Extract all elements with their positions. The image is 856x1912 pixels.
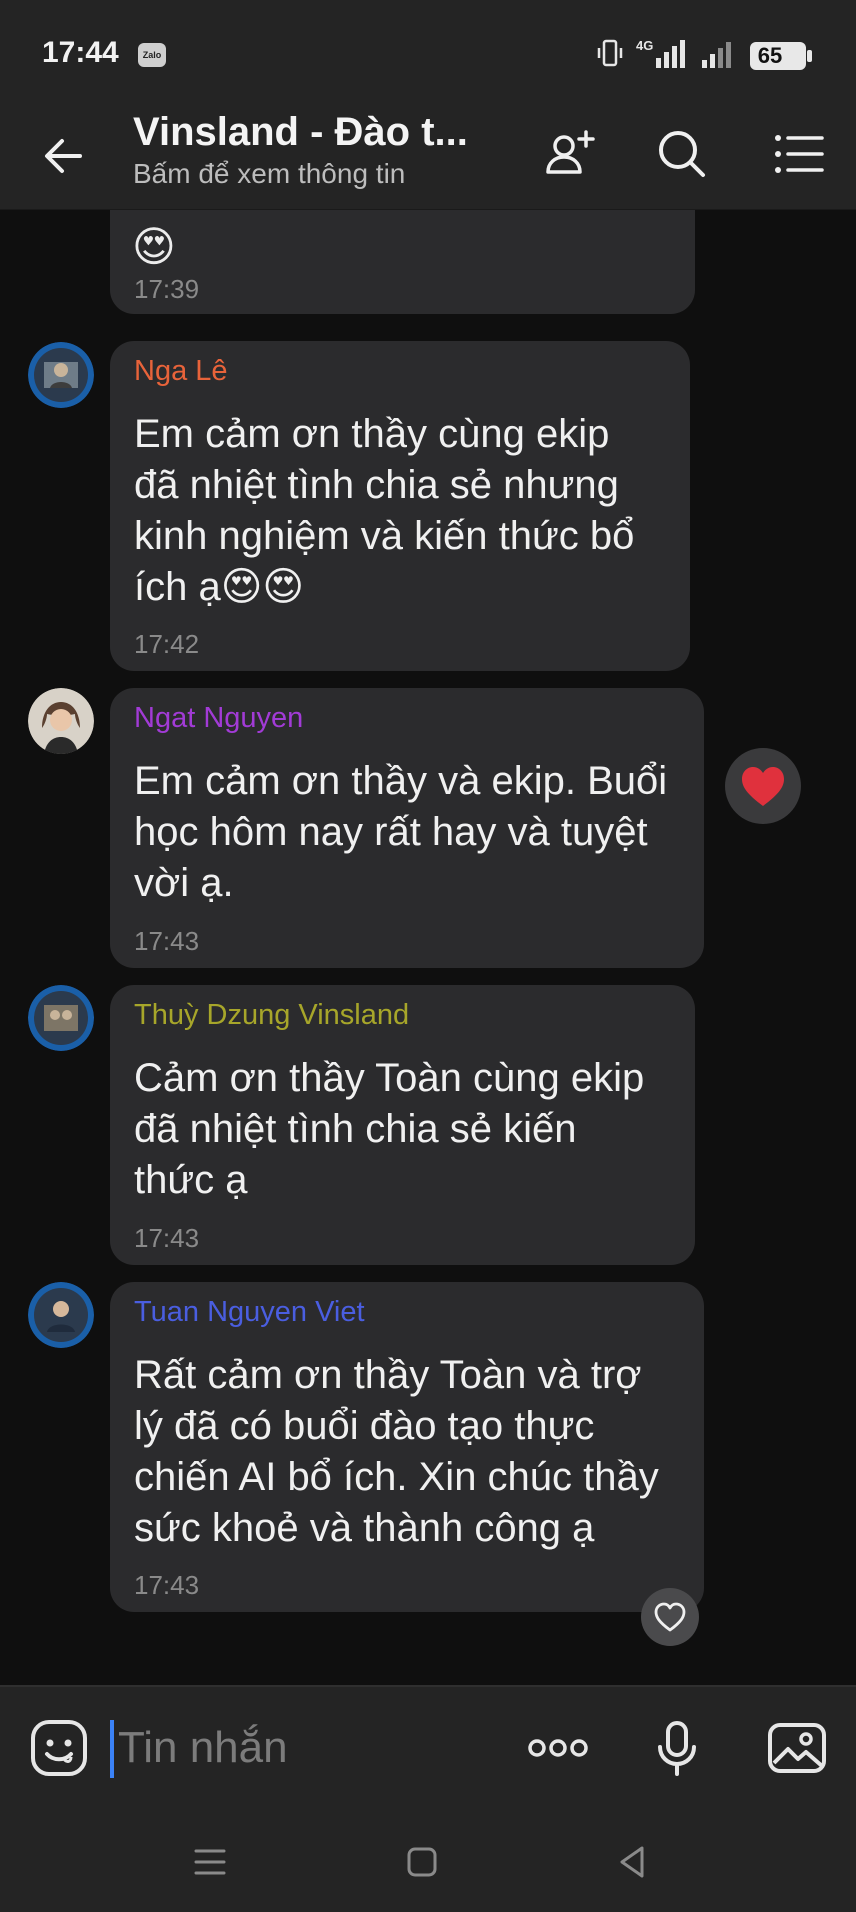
message-time: 17:43 <box>134 1570 200 1600</box>
message-composer: Tin nhắn <box>0 1685 856 1810</box>
avatar[interactable] <box>28 1282 94 1348</box>
group-title[interactable]: Vinsland - Đào t... <box>133 110 468 155</box>
message-text: Em cảm ơn thầy cùng ekip đã nhiệt tình c… <box>134 412 635 609</box>
message-emoji: 😍 <box>132 223 176 270</box>
avatar[interactable] <box>28 342 94 408</box>
message-time: 17:42 <box>134 629 200 659</box>
sender-name[interactable]: Tuan Nguyen Viet <box>134 1296 365 1329</box>
svg-text:4G: 4G <box>636 38 653 53</box>
message-text: Em cảm ơn thầy và ekip. Buổi học hôm nay… <box>134 759 668 905</box>
zalo-icon: Zalo <box>138 43 166 67</box>
back-arrow-icon[interactable] <box>36 128 92 184</box>
chat-header: Vinsland - Đào t... Bấm để xem thông tin <box>0 100 856 210</box>
text-caret <box>110 1720 114 1778</box>
message-input[interactable]: Tin nhắn <box>110 1715 500 1781</box>
message-time: 17:43 <box>134 926 200 956</box>
sender-name[interactable]: Nga Lê <box>134 355 228 388</box>
vibrate-icon <box>597 39 623 67</box>
reaction-heart-icon[interactable] <box>725 748 801 824</box>
battery-icon: 65 <box>750 42 812 70</box>
message-input-placeholder: Tin nhắn <box>118 1723 288 1772</box>
search-icon[interactable] <box>650 122 714 186</box>
status-time: 17:44 <box>42 36 119 69</box>
add-member-icon[interactable] <box>538 122 602 186</box>
microphone-icon[interactable] <box>646 1717 708 1779</box>
sticker-icon[interactable] <box>28 1717 90 1779</box>
message-bubble[interactable]: Ngat Nguyen Em cảm ơn thầy và ekip. Buổi… <box>110 688 704 968</box>
signal-4g-icon: 4G <box>636 38 685 68</box>
message-bubble[interactable]: Nga Lê Em cảm ơn thầy cùng ekip đã nhiệt… <box>110 341 690 671</box>
back-nav-icon[interactable] <box>610 1840 654 1884</box>
message-text: Cảm ơn thầy Toàn cùng ekip đã nhiệt tình… <box>134 1056 645 1202</box>
message-bubble[interactable]: Thuỳ Dzung Vinsland Cảm ơn thầy Toàn cùn… <box>110 985 695 1265</box>
message-time: 17:43 <box>134 1223 200 1253</box>
image-icon[interactable] <box>766 1717 828 1779</box>
recent-apps-icon[interactable] <box>188 1840 232 1884</box>
group-subtitle[interactable]: Bấm để xem thông tin <box>133 158 405 190</box>
message-bubble[interactable]: 😍 17:39 <box>110 210 695 314</box>
status-bar: 17:44 Zalo 4G 65 <box>0 0 856 100</box>
reaction-heart-outline-icon[interactable] <box>641 1588 699 1646</box>
home-icon[interactable] <box>400 1840 444 1884</box>
battery-level: 65 <box>757 43 783 68</box>
menu-list-icon[interactable] <box>768 122 832 186</box>
system-nav-bar <box>0 1810 856 1912</box>
sender-name[interactable]: Ngat Nguyen <box>134 702 303 735</box>
avatar[interactable] <box>28 688 94 754</box>
message-text: Rất cảm ơn thầy Toàn và trợ lý đã có buổ… <box>134 1353 659 1550</box>
message-list[interactable]: 😍 17:39 Nga Lê Em cảm ơn thầy cùng ekip … <box>0 210 856 1685</box>
sender-name[interactable]: Thuỳ Dzung Vinsland <box>134 999 409 1032</box>
more-options-icon[interactable] <box>527 1717 589 1779</box>
signal-icon <box>702 42 731 68</box>
message-time: 17:39 <box>134 274 200 304</box>
avatar[interactable] <box>28 985 94 1051</box>
message-bubble[interactable]: Tuan Nguyen Viet Rất cảm ơn thầy Toàn và… <box>110 1282 704 1612</box>
